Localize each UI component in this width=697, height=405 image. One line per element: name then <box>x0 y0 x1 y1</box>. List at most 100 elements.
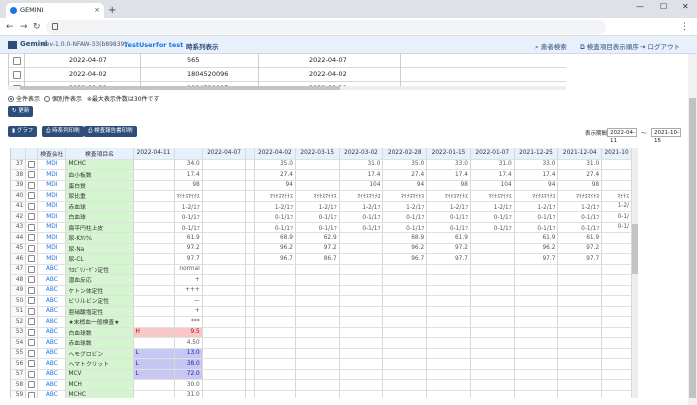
lab-company[interactable]: ABC <box>37 390 67 398</box>
row-checkbox[interactable] <box>25 159 39 170</box>
date-to-input[interactable]: 2021-10-15 <box>651 128 681 144</box>
list-item[interactable]: 2022-04-02 1804520096 2022-04-02 <box>9 68 566 82</box>
address-bar[interactable] <box>46 20 606 34</box>
row-checkbox[interactable] <box>25 232 39 244</box>
lab-company[interactable]: ABC <box>37 306 67 317</box>
table-row[interactable]: 38 MDI 血小板数 17.4 27.4 17.4 27.4 17.4 17.4 17.4 27.… <box>11 169 632 181</box>
page-scrollbar[interactable] <box>688 54 697 405</box>
table-row[interactable]: 53 ABC 白血球数 H 9.5 <box>11 327 632 338</box>
row-checkbox[interactable] <box>25 243 39 254</box>
row-checkbox[interactable] <box>25 222 39 233</box>
row-checkbox[interactable] <box>25 348 39 359</box>
list-item[interactable]: 2022-04-07 565 2022-04-07 <box>9 54 566 68</box>
table-row[interactable]: 41 MDI 赤血球 1-2/1ﾌ 1-2/1ﾌ 1-2/1ﾌ 1-2/1ﾌ 1-2/1ﾌ 1-… <box>11 201 632 212</box>
list-horizontal-scrollbar[interactable] <box>8 86 566 90</box>
row-checkbox[interactable] <box>25 379 39 391</box>
table-row[interactable]: 46 MDI 尿-CL 97.7 96.7 86.7 96.7 97.7 97.7 97.7 <box>11 253 632 265</box>
lab-company[interactable]: ABC <box>37 295 67 307</box>
table-row[interactable]: 39 MDI 蛋白質 98 94 104 94 98 104 94 98 <box>11 180 632 191</box>
lab-company[interactable]: ABC <box>37 379 67 391</box>
lab-company[interactable]: ABC <box>37 274 67 286</box>
row-checkbox[interactable] <box>25 253 39 265</box>
lab-company[interactable]: MDI <box>37 222 67 233</box>
table-row[interactable]: 44 MDI 尿-Kｶﾘｳﾑ 61.9 68.9 62.9 68.9 61.9 61.9 61.9 <box>11 232 632 244</box>
table-row[interactable]: 42 MDI 白血球 0-1/1ﾌ 0-1/1ﾌ 0-1/1ﾌ 0-1/1ﾌ 0-1/1ﾌ 0-… <box>11 211 632 223</box>
table-row[interactable]: 56 ABC ヘマトクリット L 38.0 <box>11 358 632 370</box>
timeseries-print-button[interactable]: ⎙ 時系列印刷 <box>42 126 84 137</box>
row-checkbox[interactable] <box>25 337 39 349</box>
table-row[interactable]: 51 ABC 亜硝酸塩定性 + <box>11 306 632 317</box>
row-checkbox[interactable] <box>25 327 39 338</box>
date-from-input[interactable]: 2022-04-11 <box>607 128 637 144</box>
scroll-thumb[interactable] <box>632 224 638 274</box>
row-checkbox[interactable] <box>25 358 39 370</box>
row-checkbox[interactable] <box>25 211 39 223</box>
report-print-button[interactable]: ⎙ 検査報告書印刷 <box>84 126 137 137</box>
back-icon[interactable]: ← <box>6 19 14 35</box>
patient-search-link[interactable]: ⌕ 患者検索 <box>535 41 567 52</box>
lab-company[interactable]: MDI <box>37 243 67 254</box>
table-row[interactable]: 45 MDI 尿-Na 97.2 96.2 97.2 96.2 97.2 96.2 97.2 <box>11 243 632 254</box>
row-checkbox[interactable] <box>25 274 39 286</box>
maximize-icon[interactable]: ☐ <box>660 2 667 11</box>
graph-button[interactable]: ▮ グラフ <box>8 126 38 137</box>
lab-company[interactable]: MDI <box>37 159 67 170</box>
item-order-link[interactable]: ⧉ 検査項目表示順序 <box>580 41 639 52</box>
all-display-radio[interactable] <box>8 96 14 102</box>
lab-company[interactable]: MDI <box>37 232 67 244</box>
close-window-icon[interactable]: ✕ <box>682 2 689 11</box>
row-checkbox[interactable] <box>13 71 21 79</box>
lab-company[interactable]: MDI <box>37 253 67 265</box>
table-row[interactable]: 59 ABC MCHC 31.0 <box>11 390 632 398</box>
row-checkbox[interactable] <box>25 201 39 212</box>
row-checkbox[interactable] <box>25 180 39 191</box>
partial-display-radio[interactable] <box>43 96 50 102</box>
row-checkbox[interactable] <box>25 285 39 296</box>
reload-icon[interactable]: ↻ <box>33 19 41 35</box>
lab-company[interactable]: ABC <box>37 285 67 296</box>
lab-company[interactable]: ABC <box>37 327 67 338</box>
table-row[interactable]: 50 ABC ビリルビン定性 — <box>11 295 632 307</box>
lab-company[interactable]: ABC <box>37 369 67 380</box>
menu-icon[interactable]: ⋮ <box>680 19 689 35</box>
table-row[interactable]: 47 ABC ｳﾛﾋﾞﾘﾉｰｹﾞﾝ定性 normal <box>11 264 632 275</box>
row-checkbox[interactable] <box>25 190 39 202</box>
lab-company[interactable]: MDI <box>37 169 67 181</box>
table-row[interactable]: 54 ABC 赤血球数 4.50 <box>11 337 632 349</box>
row-checkbox[interactable] <box>13 57 21 65</box>
table-row[interactable]: 57 ABC MCV L 72.0 <box>11 369 632 380</box>
lab-company[interactable]: ABC <box>37 316 67 328</box>
forward-icon[interactable]: → <box>20 19 28 35</box>
row-checkbox[interactable] <box>25 169 39 181</box>
row-checkbox[interactable] <box>25 369 39 380</box>
lab-company[interactable]: MDI <box>37 211 67 223</box>
table-row[interactable]: 37 MDI MCHC 34.0 35.0 31.0 35.0 33.0 31.0 33.0 31.… <box>11 159 632 170</box>
table-row[interactable]: 40 MDI 尿比重 ﾏｲﾅｽﾏｲﾅｽ ﾏｲﾅｽﾏｲﾅｽ ﾏｲﾅｽﾏｲﾅｽ ﾏｲﾅｽﾏｲﾅｽ… <box>11 190 632 202</box>
lab-company[interactable]: ABC <box>37 337 67 349</box>
lab-company[interactable]: ABC <box>37 264 67 275</box>
scroll-thumb[interactable] <box>689 98 696 398</box>
update-button[interactable]: ↻ 更新 <box>8 106 34 117</box>
table-row[interactable]: 43 MDI 扁平円柱上皮 0-1/1ﾌ 0-1/1ﾌ 0-1/1ﾌ 0-1/1ﾌ 0-1/1… <box>11 222 632 233</box>
table-row[interactable]: 58 ABC MCH 30.0 <box>11 379 632 391</box>
row-checkbox[interactable] <box>25 295 39 307</box>
browser-tab[interactable]: GEMINI × <box>6 3 104 18</box>
close-tab-icon[interactable]: × <box>94 3 100 18</box>
row-checkbox[interactable] <box>25 316 39 328</box>
new-tab-icon[interactable]: + <box>108 3 116 18</box>
org-name[interactable]: for test <box>156 41 183 49</box>
lab-company[interactable]: ABC <box>37 348 67 359</box>
lab-company[interactable]: MDI <box>37 201 67 212</box>
table-row[interactable]: 48 ABC 潜血反応 + <box>11 274 632 286</box>
row-checkbox[interactable] <box>25 306 39 317</box>
lab-company[interactable]: ABC <box>37 358 67 370</box>
scroll-thumb[interactable] <box>20 86 340 90</box>
lab-company[interactable]: MDI <box>37 180 67 191</box>
user-name[interactable]: TestUser <box>124 41 156 49</box>
grid-vertical-scrollbar[interactable] <box>632 148 638 398</box>
row-checkbox[interactable] <box>25 390 39 398</box>
table-row[interactable]: 55 ABC へモグロビン L 13.0 <box>11 348 632 359</box>
table-row[interactable]: 49 ABC ケトン体定性 +++ <box>11 285 632 296</box>
logout-link[interactable]: ⇥ ログアウト <box>640 41 680 51</box>
row-checkbox[interactable] <box>25 264 39 275</box>
